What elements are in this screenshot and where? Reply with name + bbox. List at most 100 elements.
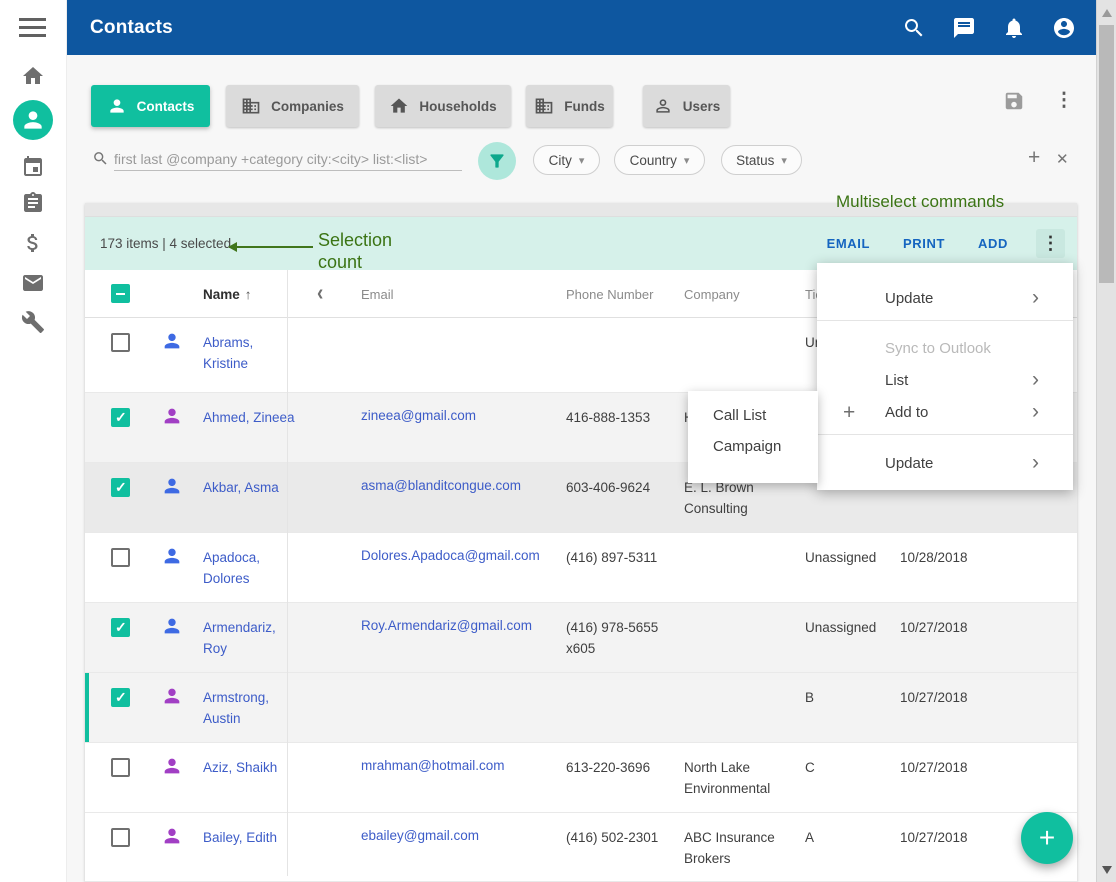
contact-avatar-icon bbox=[161, 330, 183, 352]
cell-tier: A bbox=[805, 827, 897, 848]
contact-avatar-icon bbox=[161, 545, 183, 567]
sort-ascending-icon: ↑ bbox=[245, 287, 252, 302]
cell-date: 10/27/2018 bbox=[900, 757, 1000, 778]
contact-name-link[interactable]: Abrams, Kristine bbox=[203, 332, 299, 374]
cell-email[interactable]: mrahman@hotmail.com bbox=[361, 755, 561, 776]
row-checkbox[interactable] bbox=[111, 828, 130, 847]
add-contact-fab[interactable]: + bbox=[1021, 812, 1073, 864]
view-options-kebab-icon[interactable]: ⋮ bbox=[1054, 88, 1074, 114]
scroll-down-icon[interactable] bbox=[1102, 866, 1112, 874]
filter-button[interactable] bbox=[478, 142, 516, 180]
contact-name-link[interactable]: Akbar, Asma bbox=[203, 477, 299, 498]
sidebar-item-calendar[interactable] bbox=[21, 155, 45, 179]
contact-name-link[interactable]: Aziz, Shaikh bbox=[203, 757, 299, 778]
contact-name-link[interactable]: Armstrong, Austin bbox=[203, 687, 299, 729]
row-checkbox[interactable] bbox=[111, 688, 130, 707]
search-icon bbox=[92, 150, 109, 167]
column-header-email[interactable]: Email bbox=[361, 270, 394, 318]
collapse-column-icon[interactable]: ‹ bbox=[317, 270, 323, 318]
cell-tier: C bbox=[805, 757, 897, 778]
contact-name-link[interactable]: Armendariz, Roy bbox=[203, 617, 299, 659]
search-icon[interactable] bbox=[902, 16, 926, 40]
app-bar: Contacts bbox=[67, 0, 1096, 55]
clear-filters-icon[interactable]: ✕ bbox=[1056, 150, 1069, 168]
sidebar-item-mail[interactable] bbox=[21, 271, 45, 295]
tab-contacts[interactable]: Contacts bbox=[91, 85, 210, 127]
contact-avatar-icon bbox=[161, 825, 183, 847]
filter-chip-city[interactable]: City▾ bbox=[533, 145, 600, 175]
submenu-item-call-list[interactable]: Call List bbox=[713, 407, 766, 424]
column-header-name[interactable]: Name ↑ bbox=[203, 270, 252, 318]
chat-icon[interactable] bbox=[952, 16, 976, 40]
row-checkbox[interactable] bbox=[111, 618, 130, 637]
column-header-company[interactable]: Company bbox=[684, 270, 740, 318]
sidebar-item-tasks[interactable] bbox=[21, 191, 45, 215]
chevron-down-icon: ▾ bbox=[684, 154, 690, 167]
cell-date: 10/28/2018 bbox=[900, 547, 1000, 568]
add-filter-icon[interactable]: + bbox=[1028, 147, 1040, 169]
row-checkbox[interactable] bbox=[111, 548, 130, 567]
cell-email[interactable]: asma@blanditcongue.com bbox=[361, 475, 561, 496]
cell-phone: 603-406-9624 bbox=[566, 477, 678, 498]
menu-item-update[interactable]: Update› bbox=[817, 450, 1073, 480]
row-checkbox[interactable] bbox=[111, 758, 130, 777]
selection-summary: 173 items | 4 selected bbox=[100, 217, 231, 270]
cell-tier: Unassigned bbox=[805, 547, 897, 568]
row-checkbox[interactable] bbox=[111, 333, 130, 352]
tab-households[interactable]: Households bbox=[375, 85, 511, 127]
annotation-multiselect-commands: Multiselect commands bbox=[836, 192, 1004, 212]
print-button[interactable]: PRINT bbox=[903, 236, 945, 251]
cell-email[interactable]: zineea@gmail.com bbox=[361, 405, 561, 426]
cell-email[interactable]: Roy.Armendariz@gmail.com bbox=[361, 615, 561, 636]
cell-phone: 416-888-1353 bbox=[566, 407, 678, 428]
notifications-icon[interactable] bbox=[1002, 16, 1026, 40]
sidebar-item-home[interactable] bbox=[21, 64, 45, 88]
contact-avatar-icon bbox=[161, 405, 183, 427]
sidebar-item-tools[interactable] bbox=[21, 310, 45, 334]
sidebar-item-billing[interactable] bbox=[21, 231, 45, 255]
cell-tier: B bbox=[805, 687, 897, 708]
filter-chip-country[interactable]: Country▾ bbox=[614, 145, 705, 175]
chevron-down-icon: ▾ bbox=[781, 154, 787, 167]
row-checkbox[interactable] bbox=[111, 478, 130, 497]
menu-item-list[interactable]: List› bbox=[817, 367, 1073, 397]
multiselect-kebab-icon[interactable]: ⋮ bbox=[1036, 229, 1065, 258]
menu-item-update[interactable]: Update› bbox=[817, 285, 1073, 315]
chevron-down-icon: ▾ bbox=[579, 154, 585, 167]
cell-email[interactable]: Dolores.Apadoca@gmail.com bbox=[361, 545, 561, 566]
tab-users[interactable]: Users bbox=[643, 85, 730, 127]
contact-name-link[interactable]: Ahmed, Zineea bbox=[203, 407, 299, 428]
sidebar-item-contacts[interactable] bbox=[13, 100, 53, 140]
account-icon[interactable] bbox=[1052, 16, 1076, 40]
select-all-checkbox[interactable] bbox=[111, 284, 130, 303]
tab-companies[interactable]: Companies bbox=[226, 85, 359, 127]
menu-item-sync-to-outlook: Sync to Outlook bbox=[817, 335, 1073, 365]
submenu-item-campaign[interactable]: Campaign bbox=[713, 438, 781, 455]
table-row[interactable]: Bailey, Edith ebailey@gmail.com (416) 50… bbox=[85, 812, 1077, 882]
cell-phone: (416) 978-5655 x605 bbox=[566, 617, 678, 659]
table-row[interactable]: Armendariz, Roy Roy.Armendariz@gmail.com… bbox=[85, 602, 1077, 672]
chevron-right-icon: › bbox=[1032, 451, 1039, 475]
menu-icon[interactable] bbox=[19, 18, 46, 37]
menu-item-add-to[interactable]: +Add to› bbox=[817, 399, 1073, 429]
scrollbar-thumb[interactable] bbox=[1099, 25, 1114, 283]
scroll-up-icon[interactable] bbox=[1102, 9, 1112, 17]
add-button[interactable]: ADD bbox=[978, 236, 1008, 251]
table-row[interactable]: Armstrong, Austin B 10/27/2018 bbox=[85, 672, 1077, 742]
tab-funds[interactable]: Funds bbox=[526, 85, 613, 127]
email-button[interactable]: EMAIL bbox=[827, 236, 870, 251]
contact-name-link[interactable]: Bailey, Edith bbox=[203, 827, 299, 848]
cell-company: North Lake Environmental bbox=[684, 757, 800, 799]
cell-email[interactable]: ebailey@gmail.com bbox=[361, 825, 561, 846]
column-header-phone[interactable]: Phone Number bbox=[566, 270, 653, 318]
table-row[interactable]: Apadoca, Dolores Dolores.Apadoca@gmail.c… bbox=[85, 532, 1077, 602]
filter-chip-status[interactable]: Status▾ bbox=[721, 145, 802, 175]
contact-name-link[interactable]: Apadoca, Dolores bbox=[203, 547, 299, 589]
row-checkbox[interactable] bbox=[111, 408, 130, 427]
save-view-icon[interactable] bbox=[1003, 90, 1025, 112]
page-title: Contacts bbox=[90, 17, 173, 39]
vertical-scrollbar[interactable] bbox=[1096, 0, 1116, 882]
table-row[interactable]: Aziz, Shaikh mrahman@hotmail.com 613-220… bbox=[85, 742, 1077, 812]
sidebar bbox=[0, 0, 67, 882]
search-input[interactable] bbox=[114, 147, 462, 171]
